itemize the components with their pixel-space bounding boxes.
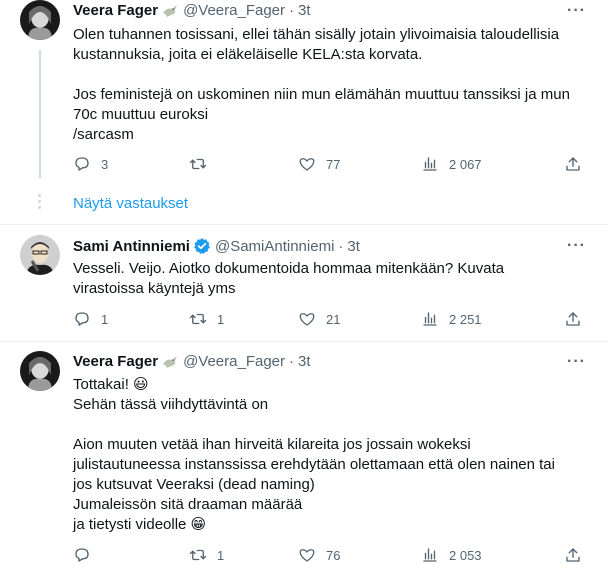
share-button[interactable] bbox=[564, 310, 582, 328]
reply-button[interactable]: 1 bbox=[73, 310, 108, 328]
views-button[interactable]: 2 067 bbox=[421, 155, 482, 173]
tweet-header: Veera Fager @Veera_Fager · 3t bbox=[73, 353, 311, 370]
author-name[interactable]: Sami Antinniemi bbox=[73, 238, 190, 255]
more-dots-icon[interactable]: ··· bbox=[567, 2, 586, 20]
view-count: 2 251 bbox=[449, 311, 482, 327]
views-button[interactable]: 2 053 bbox=[421, 546, 482, 564]
separator-dot: · bbox=[338, 237, 344, 255]
retweet-icon bbox=[189, 158, 207, 170]
tweet-1[interactable]: Veera Fager @Veera_Fager · 3t ··· Olen t… bbox=[0, 0, 608, 225]
reply-button[interactable]: 3 bbox=[73, 155, 108, 173]
tweet-header: Veera Fager @Veera_Fager · 3t bbox=[73, 2, 311, 19]
share-button[interactable] bbox=[564, 546, 582, 564]
author-name[interactable]: Veera Fager bbox=[73, 2, 158, 19]
retweet-button[interactable]: 1 bbox=[189, 546, 224, 564]
tweet-header: Sami Antinniemi @SamiAntinniemi · 3t bbox=[73, 237, 360, 255]
tweet-paragraph: Olen tuhannen tosissani, ellei tähän sis… bbox=[73, 26, 560, 63]
like-button[interactable]: 76 bbox=[298, 546, 340, 564]
reply-count: 3 bbox=[101, 156, 109, 172]
tweet-actions: 1 76 2 053 bbox=[73, 546, 588, 566]
reply-icon bbox=[75, 157, 89, 171]
tweet-time[interactable]: 3t bbox=[298, 353, 311, 370]
like-button[interactable]: 21 bbox=[298, 310, 340, 328]
avatar-veera[interactable] bbox=[20, 0, 60, 40]
verified-badge-icon bbox=[193, 237, 211, 255]
retweet-icon bbox=[189, 313, 207, 325]
reply-icon bbox=[75, 312, 89, 326]
dove-emoji-icon bbox=[161, 354, 179, 370]
analytics-icon bbox=[423, 548, 437, 562]
tweet-2[interactable]: Sami Antinniemi @SamiAntinniemi · 3t ···… bbox=[0, 235, 608, 345]
tweet-text: Tottakai! 😃 Sehän tässä viihdyttävintä o… bbox=[73, 375, 588, 535]
share-icon bbox=[566, 312, 580, 326]
show-replies-link[interactable]: Näytä vastaukset bbox=[73, 195, 188, 212]
tweet-paragraph: Vesseli. Veijo. Aiotko dokumentoida homm… bbox=[73, 260, 505, 297]
like-count: 76 bbox=[326, 547, 341, 563]
tweet-3[interactable]: Veera Fager @Veera_Fager · 3t ··· Tottak… bbox=[0, 351, 608, 573]
tweet-paragraph: Aion muuten vetää ihan hirveitä kilareit… bbox=[73, 436, 555, 533]
more-dots-icon[interactable]: ··· bbox=[567, 353, 586, 371]
retweet-button[interactable]: 1 bbox=[189, 310, 224, 328]
tweet-text: Olen tuhannen tosissani, ellei tähän sis… bbox=[73, 25, 588, 145]
separator-dot: · bbox=[289, 2, 295, 19]
like-count: 21 bbox=[326, 311, 341, 327]
reply-icon bbox=[75, 548, 89, 562]
avatar-sami[interactable] bbox=[20, 235, 60, 275]
view-count: 2 067 bbox=[449, 156, 482, 172]
share-icon bbox=[566, 548, 580, 562]
tweet-text: Vesseli. Veijo. Aiotko dokumentoida homm… bbox=[73, 259, 588, 299]
analytics-icon bbox=[423, 157, 437, 171]
separator-dot: · bbox=[289, 353, 295, 370]
tweet-paragraph: Tottakai! 😃 Sehän tässä viihdyttävintä o… bbox=[73, 376, 269, 413]
tweet-time[interactable]: 3t bbox=[347, 238, 360, 255]
like-button[interactable]: 77 bbox=[298, 155, 340, 173]
reply-count: 1 bbox=[101, 311, 109, 327]
view-count: 2 053 bbox=[449, 547, 482, 563]
share-icon bbox=[566, 157, 580, 171]
author-handle[interactable]: @Veera_Fager bbox=[183, 353, 285, 370]
share-button[interactable] bbox=[564, 155, 582, 173]
author-handle[interactable]: @Veera_Fager bbox=[183, 2, 285, 19]
retweet-button[interactable] bbox=[189, 155, 217, 173]
tweet-time[interactable]: 3t bbox=[298, 2, 311, 19]
reply-button[interactable] bbox=[73, 546, 101, 564]
tweet-actions: 1 1 21 2 251 bbox=[73, 310, 588, 330]
heart-icon bbox=[299, 313, 315, 326]
heart-icon bbox=[299, 549, 315, 562]
analytics-icon bbox=[423, 312, 437, 326]
avatar-veera[interactable] bbox=[20, 351, 60, 391]
divider bbox=[0, 224, 608, 225]
retweet-count: 1 bbox=[217, 311, 225, 327]
retweet-count: 1 bbox=[217, 547, 225, 563]
author-handle[interactable]: @SamiAntinniemi bbox=[215, 238, 334, 255]
dove-emoji-icon bbox=[161, 3, 179, 19]
views-button[interactable]: 2 251 bbox=[421, 310, 482, 328]
author-name[interactable]: Veera Fager bbox=[73, 353, 158, 370]
tweet-paragraph: Jos feministejä on uskominen niin mun el… bbox=[73, 86, 570, 143]
tweet-actions: 3 77 2 067 bbox=[73, 155, 588, 175]
more-dots-icon[interactable]: ··· bbox=[567, 237, 586, 255]
like-count: 77 bbox=[326, 156, 341, 172]
heart-icon bbox=[299, 158, 315, 171]
retweet-icon bbox=[189, 549, 207, 561]
divider bbox=[0, 341, 608, 342]
